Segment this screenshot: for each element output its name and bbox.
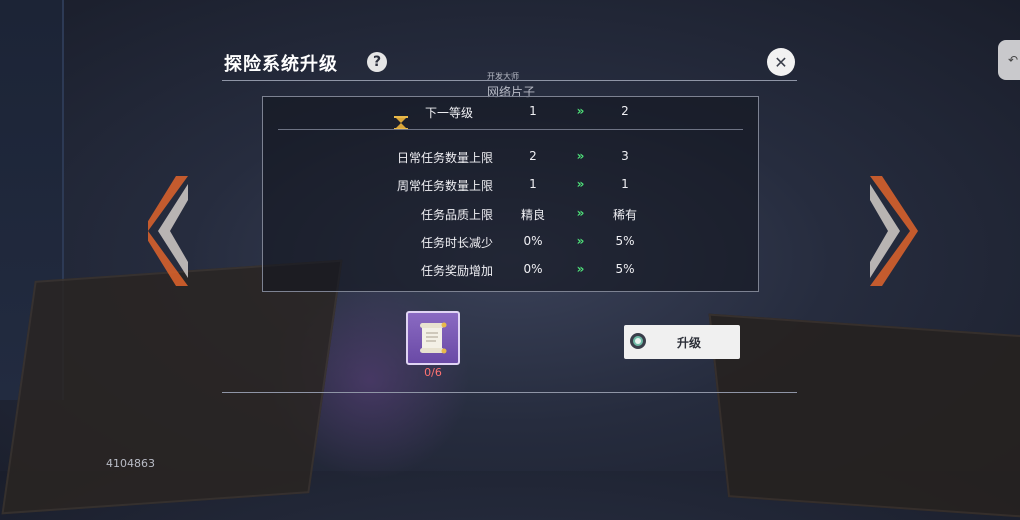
next-arrow-icon[interactable] [868, 176, 920, 286]
upgrade-stats-panel: 下一等级 1 » 2 日常任务数量上限 2 » 3 周常任务数量上限 1 » 1… [262, 96, 759, 292]
upgrade-button[interactable]: 升级 [624, 325, 740, 359]
upgrade-arrow-icon: » [576, 262, 585, 276]
page-title: 探险系统升级 [224, 54, 338, 75]
upgrade-arrow-icon: » [576, 177, 585, 191]
stat-label: 日常任务数量上限 [396, 151, 493, 165]
material-count: 0/6 [424, 366, 442, 379]
help-icon[interactable]: ? [367, 52, 387, 72]
ring-icon [630, 333, 646, 349]
stat-label: 任务品质上限 [420, 208, 493, 222]
upgrade-arrow-icon: » [576, 104, 585, 118]
stat-row: 日常任务数量上限 2 » 3 [263, 149, 758, 171]
stat-row: 任务时长减少 0% » 5% [263, 234, 758, 256]
upgrade-arrow-icon: » [576, 149, 585, 163]
material-slot[interactable] [406, 311, 460, 365]
scroll-icon [420, 322, 447, 354]
stat-next: 1 [621, 177, 629, 191]
upgrade-button-label: 升级 [676, 336, 701, 350]
stat-next: 5% [615, 262, 635, 276]
stat-label: 任务奖励增加 [420, 264, 493, 278]
player-id: 4104863 [106, 457, 155, 470]
stat-next: 3 [621, 149, 629, 163]
watermark-top: 开发大师 [487, 72, 519, 81]
stat-current: 0% [523, 234, 543, 248]
stat-next: 5% [615, 234, 635, 248]
stat-row: 任务奖励增加 0% » 5% [263, 262, 758, 284]
divider [278, 129, 743, 130]
next-level-row: 下一等级 1 » 2 [263, 104, 758, 130]
stat-label: 任务时长减少 [420, 236, 493, 250]
divider [222, 392, 797, 393]
upgrade-arrow-icon: » [576, 234, 585, 248]
next-level-label: 下一等级 [424, 106, 473, 120]
stat-current: 1 [529, 177, 537, 191]
stat-current: 精良 [520, 208, 545, 222]
corner-button[interactable]: ↶ [998, 40, 1020, 80]
stat-row: 周常任务数量上限 1 » 1 [263, 177, 758, 199]
previous-arrow-icon[interactable] [148, 176, 190, 286]
next-level: 2 [621, 104, 629, 118]
stat-current: 2 [529, 149, 537, 163]
return-icon: ↶ [1007, 53, 1019, 67]
current-level: 1 [529, 104, 537, 118]
stat-current: 0% [523, 262, 543, 276]
stat-next: 稀有 [612, 208, 637, 222]
background-crate-left [1, 259, 343, 515]
close-button[interactable]: ✕ [767, 48, 795, 76]
stat-row: 任务品质上限 精良 » 稀有 [263, 206, 758, 228]
close-icon: ✕ [774, 52, 788, 72]
stat-label: 周常任务数量上限 [396, 179, 493, 193]
background-crate-right [708, 313, 1020, 520]
upgrade-arrow-icon: » [576, 206, 585, 220]
